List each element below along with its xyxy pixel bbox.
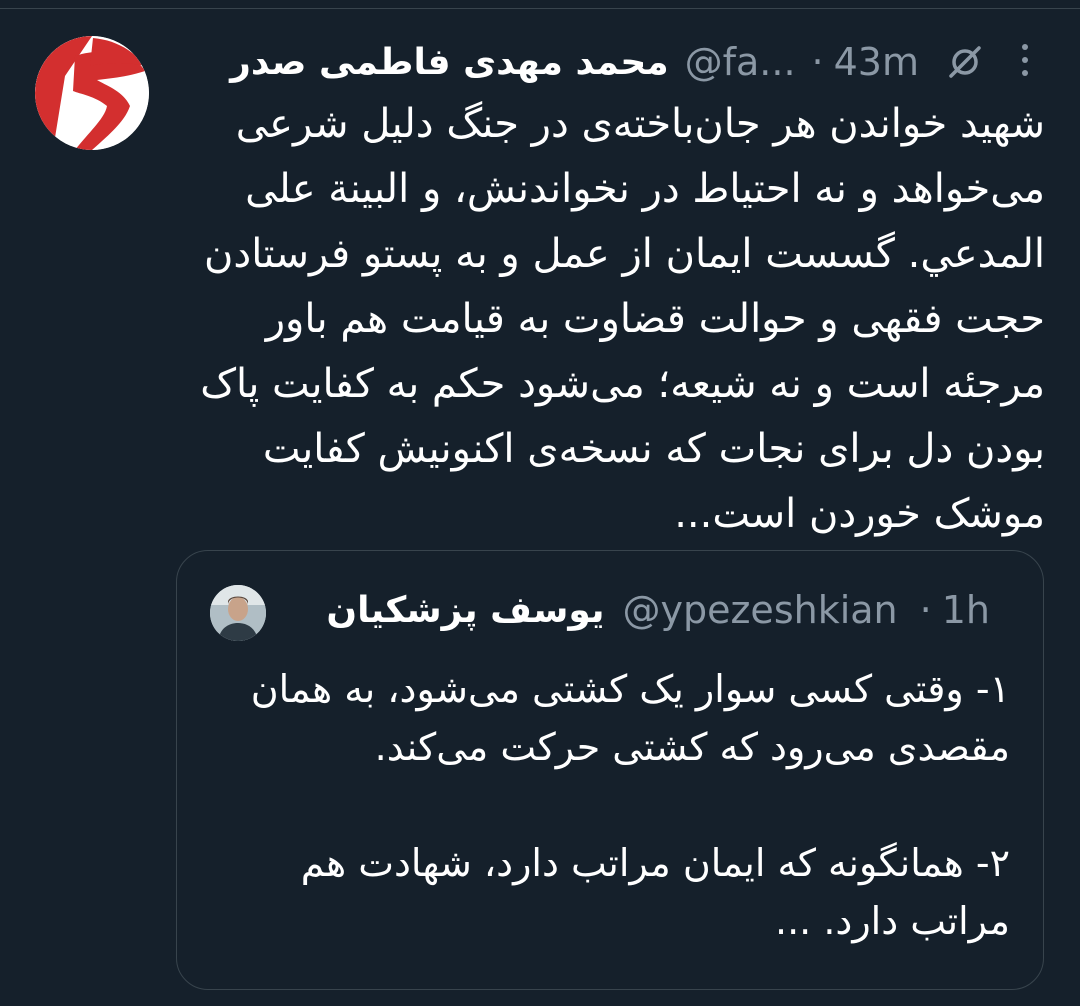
tweet-time[interactable]: 43m [834,40,919,84]
quoted-author-handle[interactable]: @ypezeshkian [623,588,898,632]
quoted-author-name[interactable]: یوسف پزشکیان [326,590,604,631]
separator-dot: · [811,40,824,84]
quoted-separator-dot: · [919,588,932,632]
tweet-header: محمد مهدی فاطمی صدر @fa... · 43m [230,36,985,88]
person-photo-icon [210,585,266,641]
tweet-text: شهید خواندن هر جان‌باخته‌ی در جنگ دلیل ش… [200,101,1045,537]
author-handle[interactable]: @fa... [685,40,796,84]
quoted-tweet-text: ۱- وقتی کسی سوار یک کشتی می‌شود، به همان… [250,667,1010,943]
more-vertical-icon[interactable] [1015,40,1035,80]
quoted-tweet-time[interactable]: 1h [942,588,990,632]
quoted-author-avatar[interactable] [210,585,266,641]
top-divider [0,0,1080,9]
author-avatar[interactable] [35,36,149,150]
slashed-circle-icon[interactable] [945,42,985,82]
quoted-tweet-header: یوسف پزشکیان @ypezeshkian · 1h [326,582,990,638]
author-name[interactable]: محمد مهدی فاطمی صدر [230,42,668,83]
red-logo-icon [35,36,149,150]
